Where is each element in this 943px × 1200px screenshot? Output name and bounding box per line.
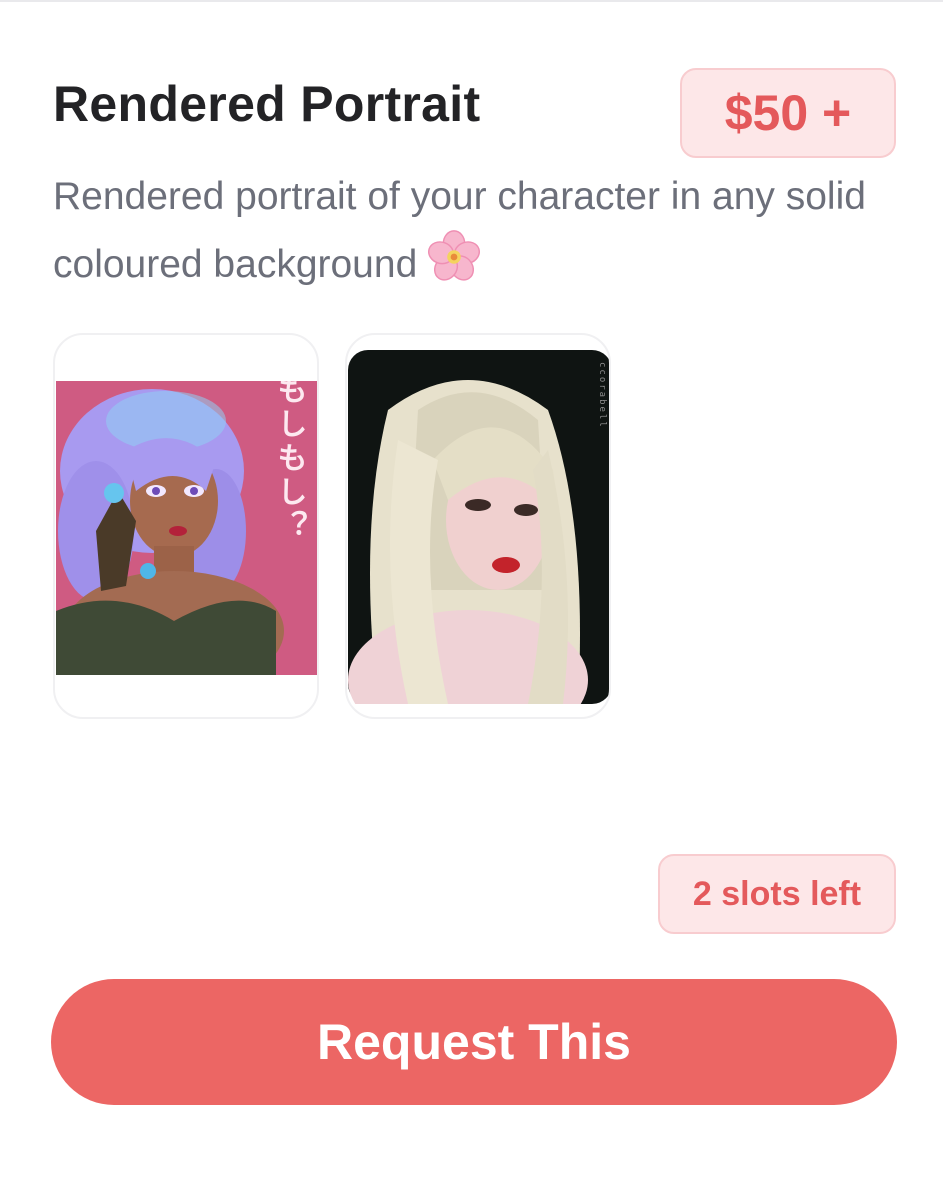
- portrait-caption: もしもし？: [272, 381, 307, 544]
- portrait-watermark: ccorabell: [597, 362, 607, 429]
- price-label: $50 +: [724, 85, 852, 141]
- card-description: Rendered portrait of your character in a…: [53, 166, 903, 295]
- card-title: Rendered Portrait: [53, 76, 481, 132]
- slots-label: 2 slots left: [692, 874, 862, 913]
- cherry-blossom-icon: [428, 230, 481, 281]
- portrait-blonde-hair-image: ccorabell: [348, 350, 609, 704]
- request-button[interactable]: Request This: [51, 979, 897, 1105]
- price-badge: $50 +: [680, 68, 896, 158]
- commission-card: Rendered Portrait $50 + Rendered portrai…: [0, 0, 943, 1200]
- portrait-purple-hair-image: もしもし？: [56, 381, 317, 675]
- gallery-image-1[interactable]: もしもし？: [53, 333, 319, 719]
- slots-badge: 2 slots left: [658, 854, 896, 934]
- gallery-image-2[interactable]: ccorabell: [345, 333, 611, 719]
